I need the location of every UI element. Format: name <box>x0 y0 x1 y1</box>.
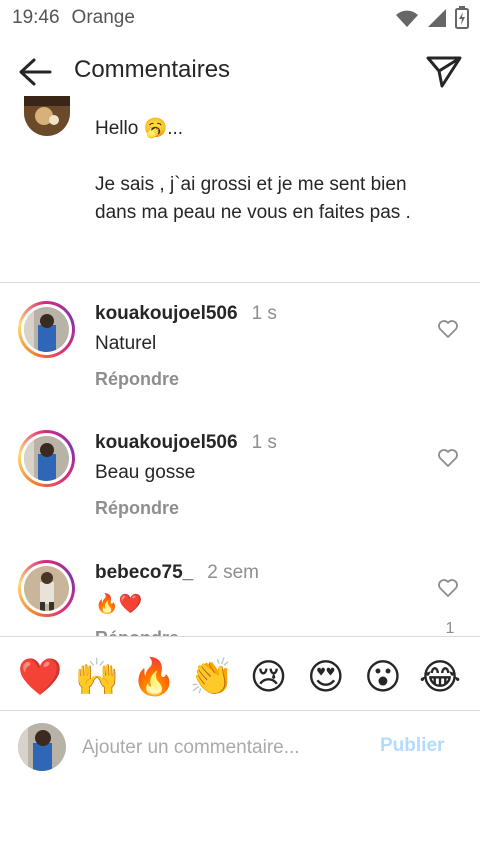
caption-line-2: Je sais , j`ai grossi et je me sent bien… <box>95 174 411 223</box>
username-text: bebeco75_ <box>95 562 194 583</box>
reply-button[interactable]: Répondre <box>95 498 179 519</box>
heart-outline-icon <box>438 320 458 338</box>
caption-line-1: Hello 🥱... <box>95 118 184 139</box>
divider <box>0 282 480 283</box>
like-button[interactable] <box>437 448 459 468</box>
emoji-crying-button[interactable]: 😢 <box>245 655 293 701</box>
emoji-surprised-button[interactable]: 😮 <box>359 655 407 701</box>
comment-composer-panel: ❤️ 🙌 🔥 👏 😢 😍 😮 😂 Publier <box>0 636 480 854</box>
comment-text: 🔥❤️ <box>95 593 143 615</box>
avatar <box>24 436 69 481</box>
back-button[interactable] <box>16 56 54 88</box>
comment-text: Naturel <box>95 333 157 354</box>
reply-button[interactable]: Répondre <box>95 369 179 390</box>
caption-avatar[interactable] <box>24 96 70 136</box>
comment-timestamp: 2 sem <box>207 562 259 583</box>
header-bar: Commentaires <box>0 40 480 104</box>
story-ring[interactable] <box>18 430 75 487</box>
emoji-clap-button[interactable]: 👏 <box>187 655 235 701</box>
username-text: kouakoujoel506 <box>95 432 238 453</box>
battery-icon <box>455 6 469 29</box>
heart-outline-icon <box>438 579 458 597</box>
comment-text: Beau gosse <box>95 462 196 483</box>
heart-outline-icon <box>438 449 458 467</box>
comment-input[interactable] <box>82 731 352 765</box>
comment-timestamp: 1 s <box>251 303 277 324</box>
paper-plane-icon <box>426 56 462 88</box>
status-time: 19:46 <box>12 7 60 28</box>
like-button[interactable] <box>437 319 459 339</box>
emoji-heart-eyes-button[interactable]: 😍 <box>302 655 350 701</box>
status-icons <box>394 6 470 30</box>
comment-username[interactable]: kouakoujoel506 1 s <box>95 303 277 325</box>
comment-username[interactable]: bebeco75_ 2 sem <box>95 562 259 584</box>
caption-text: Hello 🥱... Je sais , j`ai grossi et je m… <box>95 115 425 227</box>
signal-icon <box>428 9 446 27</box>
publish-button[interactable]: Publier <box>380 735 444 757</box>
avatar <box>24 307 69 352</box>
wifi-icon <box>396 10 418 27</box>
avatar <box>24 566 69 611</box>
comment-username[interactable]: kouakoujoel506 1 s <box>95 432 277 454</box>
comment-timestamp: 1 s <box>251 432 277 453</box>
emoji-fire-button[interactable]: 🔥 <box>130 655 178 701</box>
story-ring[interactable] <box>18 301 75 358</box>
comment-item: kouakoujoel506 1 s Naturel Répondre <box>0 301 480 411</box>
like-button[interactable] <box>437 578 459 598</box>
status-bar: 19:46 Orange <box>0 0 480 36</box>
emoji-raised-hands-button[interactable]: 🙌 <box>73 655 121 701</box>
emoji-heart-button[interactable]: ❤️ <box>16 655 64 701</box>
emoji-laughing-button[interactable]: 😂 <box>416 655 464 701</box>
comment-input-row: Publier <box>0 710 480 784</box>
page-title: Commentaires <box>74 56 231 83</box>
share-button[interactable] <box>424 54 464 90</box>
username-text: kouakoujoel506 <box>95 303 238 324</box>
current-user-avatar <box>18 723 66 771</box>
arrow-left-icon <box>19 58 52 86</box>
status-carrier: Orange <box>71 7 135 28</box>
avatar-photo <box>24 96 70 136</box>
comment-item: kouakoujoel506 1 s Beau gosse Répondre <box>0 430 480 540</box>
story-ring[interactable] <box>18 560 75 617</box>
emoji-shortcut-bar: ❤️ 🙌 🔥 👏 😢 😍 😮 😂 <box>16 655 464 701</box>
